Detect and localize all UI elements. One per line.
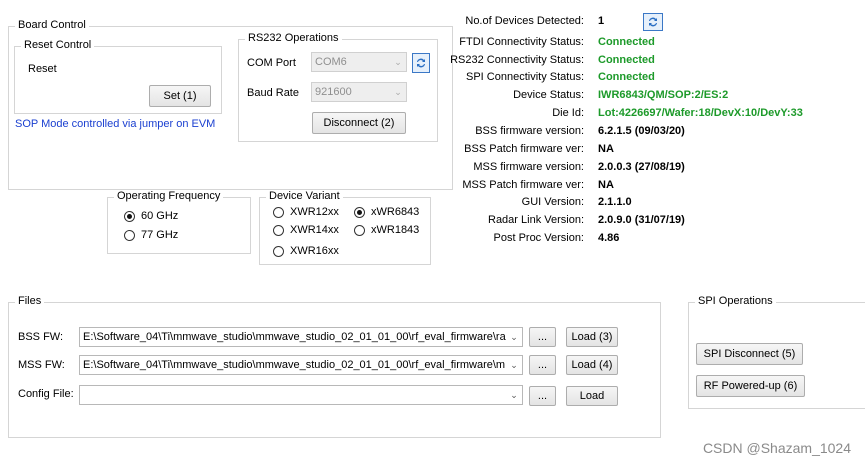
spi-status-label: SPI Connectivity Status:: [466, 71, 584, 83]
radio-60ghz-label: 60 GHz: [141, 210, 179, 222]
mss-fw-path-value: E:\Software_04\Ti\mmwave_studio\mmwave_s…: [83, 359, 506, 371]
sop-mode-note: SOP Mode controlled via jumper on EVM: [15, 118, 216, 130]
device-status-label: Device Status:: [513, 89, 584, 101]
radar-link-version-value: 2.0.9.0 (31/07/19): [598, 214, 685, 226]
mss-fw-version-label: MSS firmware version:: [473, 161, 584, 173]
refresh-devices-icon[interactable]: [643, 13, 663, 31]
operating-frequency-group: Operating Frequency: [107, 190, 251, 254]
refresh-com-icon[interactable]: [412, 53, 430, 73]
post-proc-version-label: Post Proc Version:: [493, 232, 585, 244]
post-proc-version-value: 4.86: [598, 232, 620, 244]
devices-detected-value: 1: [598, 15, 605, 27]
ftdi-status-value: Connected: [598, 36, 655, 48]
bss-fw-label: BSS FW:: [18, 331, 64, 343]
chevron-down-icon: ⌄: [394, 56, 402, 67]
radio-77ghz[interactable]: 77 GHz: [124, 229, 178, 241]
radio-xwr1843-label: xWR1843: [371, 224, 420, 236]
bss-browse-button[interactable]: ...: [529, 327, 556, 347]
baud-rate-label: Baud Rate: [247, 87, 299, 99]
watermark-text: CSDN @Shazam_1024: [702, 440, 851, 456]
die-id-value: Lot:4226697/Wafer:18/DevX:10/DevY:33: [598, 107, 803, 119]
bss-fw-version-label: BSS firmware version:: [475, 125, 584, 137]
radio-xwr16xx[interactable]: XWR16xx: [273, 245, 339, 257]
radio-dot: [354, 224, 365, 236]
radar-link-version-label: Radar Link Version:: [488, 214, 584, 226]
rs232-title: RS232 Operations: [245, 32, 342, 44]
rf-powered-up-button[interactable]: RF Powered-up (6): [696, 375, 805, 397]
radio-dot: [273, 206, 284, 218]
com-port-value: COM6: [315, 56, 347, 68]
baud-rate-value: 921600: [315, 86, 352, 98]
spi-disconnect-button[interactable]: SPI Disconnect (5): [696, 343, 803, 365]
com-port-label: COM Port: [247, 57, 296, 69]
radio-xwr12xx-label: XWR12xx: [290, 206, 339, 218]
device-status-value: IWR6843/QM/SOP:2/ES:2: [598, 89, 729, 101]
radio-xwr14xx-label: XWR14xx: [290, 224, 339, 236]
radio-60ghz[interactable]: 60 GHz: [124, 210, 178, 222]
mss-fw-label: MSS FW:: [18, 359, 65, 371]
rs232-status-label: RS232 Connectivity Status:: [450, 54, 584, 66]
chevron-down-icon: ⌄: [394, 86, 402, 97]
radio-xwr6843-label: xWR6843: [371, 206, 420, 218]
mss-fw-version-value: 2.0.0.3 (27/08/19): [598, 161, 685, 173]
reset-control-title: Reset Control: [21, 39, 95, 51]
radio-xwr16xx-label: XWR16xx: [290, 245, 339, 257]
files-title: Files: [15, 295, 45, 307]
mss-load-button[interactable]: Load (4): [566, 355, 618, 375]
config-file-select[interactable]: ⌄: [79, 385, 523, 405]
chevron-down-icon: ⌄: [510, 389, 518, 400]
chevron-down-icon: ⌄: [510, 331, 518, 342]
radio-77ghz-label: 77 GHz: [141, 229, 179, 241]
bss-fw-version-value: 6.2.1.5 (09/03/20): [598, 125, 685, 137]
disconnect-button[interactable]: Disconnect (2): [312, 112, 406, 134]
mss-browse-button[interactable]: ...: [529, 355, 556, 375]
die-id-label: Die Id:: [552, 107, 584, 119]
gui-version-value: 2.1.1.0: [598, 196, 632, 208]
config-file-label: Config File:: [18, 388, 74, 400]
radio-xwr1843[interactable]: xWR1843: [354, 224, 419, 236]
mss-patch-value: NA: [598, 179, 614, 191]
device-variant-title: Device Variant: [266, 190, 343, 202]
bss-fw-path-select[interactable]: E:\Software_04\Ti\mmwave_studio\mmwave_s…: [79, 327, 523, 347]
reset-label: Reset: [28, 63, 57, 75]
gui-version-label: GUI Version:: [521, 196, 584, 208]
radio-dot: [354, 206, 365, 218]
radio-dot: [124, 229, 135, 241]
radio-dot: [273, 224, 284, 236]
set-button[interactable]: Set (1): [149, 85, 211, 107]
operating-frequency-title: Operating Frequency: [114, 190, 224, 202]
devices-detected-label: No.of Devices Detected:: [465, 15, 584, 27]
radio-xwr6843[interactable]: xWR6843: [354, 206, 419, 218]
mss-fw-path-select[interactable]: E:\Software_04\Ti\mmwave_studio\mmwave_s…: [79, 355, 523, 375]
board-control-title: Board Control: [15, 19, 89, 31]
spi-status-value: Connected: [598, 71, 655, 83]
bss-patch-label: BSS Patch firmware ver:: [464, 143, 584, 155]
config-browse-button[interactable]: ...: [529, 386, 556, 406]
ftdi-status-label: FTDI Connectivity Status:: [459, 36, 584, 48]
rs232-status-value: Connected: [598, 54, 655, 66]
mss-patch-label: MSS Patch firmware ver:: [462, 179, 584, 191]
baud-rate-select[interactable]: 921600 ⌄: [311, 82, 407, 102]
radio-dot: [273, 245, 284, 257]
bss-load-button[interactable]: Load (3): [566, 327, 618, 347]
chevron-down-icon: ⌄: [510, 359, 518, 370]
radio-dot: [124, 210, 135, 222]
radio-xwr12xx[interactable]: XWR12xx: [273, 206, 339, 218]
radio-xwr14xx[interactable]: XWR14xx: [273, 224, 339, 236]
config-load-button[interactable]: Load: [566, 386, 618, 406]
bss-patch-value: NA: [598, 143, 614, 155]
bss-fw-path-value: E:\Software_04\Ti\mmwave_studio\mmwave_s…: [83, 331, 506, 343]
com-port-select[interactable]: COM6 ⌄: [311, 52, 407, 72]
spi-operations-title: SPI Operations: [695, 295, 776, 307]
